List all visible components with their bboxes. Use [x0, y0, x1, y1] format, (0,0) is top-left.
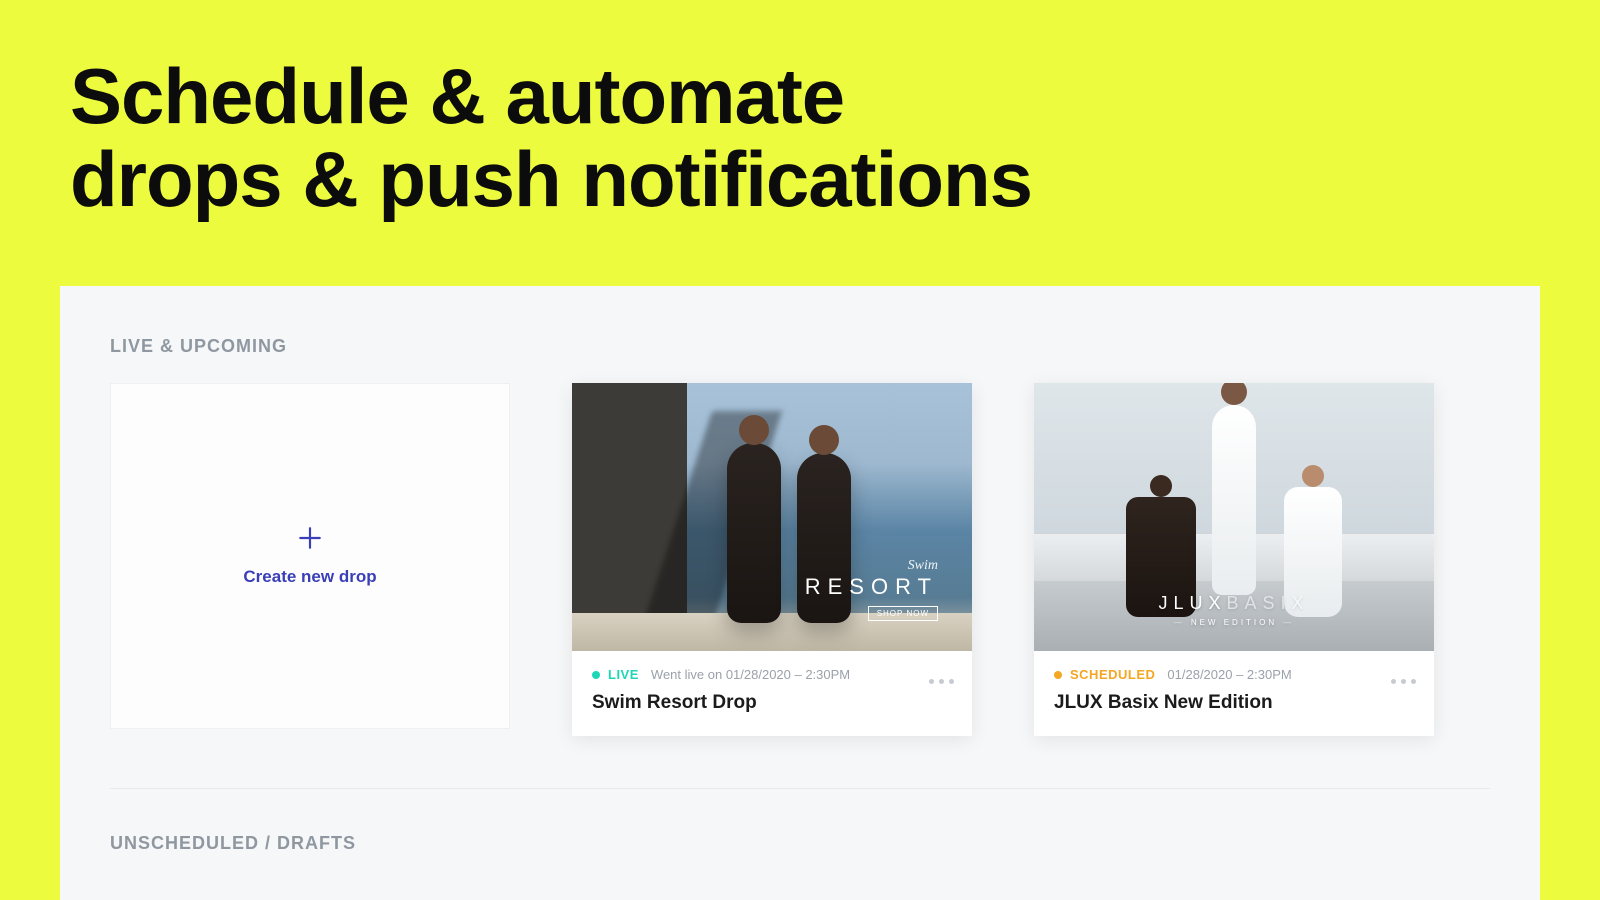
drop-card[interactable]: JLUXBASIX NEW EDITION SCHEDULED 01/28/20… [1034, 383, 1434, 736]
drop-card-body: LIVE Went live on 01/28/2020 – 2:30PM Sw… [572, 651, 972, 736]
overlay-script: Swim [805, 558, 938, 574]
drops-panel: LIVE & UPCOMING Create new drop Swim RES… [60, 286, 1540, 900]
section-live-upcoming-label: LIVE & UPCOMING [110, 336, 1490, 357]
overlay-main: RESORT [805, 574, 938, 600]
status-date: 01/28/2020 – 2:30PM [1167, 667, 1291, 682]
dots-icon [1391, 679, 1396, 684]
drops-card-row: Create new drop Swim RESORT SHOP NOW LIV… [110, 383, 1490, 736]
status-dot-icon [1054, 671, 1062, 679]
overlay-brand: JLUXBASIX [1158, 593, 1309, 614]
headline-line-2: drops & push notifications [70, 138, 1032, 221]
drop-card-image: Swim RESORT SHOP NOW [572, 383, 972, 651]
overlay-sub: NEW EDITION [1158, 618, 1309, 627]
create-new-drop-label: Create new drop [243, 567, 376, 587]
section-drafts-label: UNSCHEDULED / DRAFTS [110, 833, 1490, 854]
more-options-button[interactable] [1391, 679, 1416, 684]
overlay-brand-b: BASIX [1226, 593, 1309, 613]
status-label: LIVE [608, 667, 639, 682]
status-date: Went live on 01/28/2020 – 2:30PM [651, 667, 850, 682]
drop-card-image: JLUXBASIX NEW EDITION [1034, 383, 1434, 651]
overlay-cta: SHOP NOW [868, 606, 938, 621]
drop-title: Swim Resort Drop [592, 692, 952, 714]
drop-status-row: SCHEDULED 01/28/2020 – 2:30PM [1054, 667, 1414, 682]
status-label: SCHEDULED [1070, 667, 1155, 682]
dots-icon [929, 679, 934, 684]
drop-image-overlay: Swim RESORT SHOP NOW [805, 558, 938, 621]
plus-icon [297, 525, 323, 551]
drop-title: JLUX Basix New Edition [1054, 692, 1414, 714]
section-divider [110, 788, 1490, 789]
drop-card-body: SCHEDULED 01/28/2020 – 2:30PM JLUX Basix… [1034, 651, 1434, 736]
drop-status-row: LIVE Went live on 01/28/2020 – 2:30PM [592, 667, 952, 682]
status-dot-icon [592, 671, 600, 679]
more-options-button[interactable] [929, 679, 954, 684]
drop-image-overlay: JLUXBASIX NEW EDITION [1158, 593, 1309, 627]
headline-line-1: Schedule & automate [70, 55, 1032, 138]
page-headline: Schedule & automate drops & push notific… [70, 55, 1032, 220]
overlay-brand-a: JLUX [1158, 593, 1226, 613]
create-new-drop-button[interactable]: Create new drop [110, 383, 510, 729]
drop-card[interactable]: Swim RESORT SHOP NOW LIVE Went live on 0… [572, 383, 972, 736]
